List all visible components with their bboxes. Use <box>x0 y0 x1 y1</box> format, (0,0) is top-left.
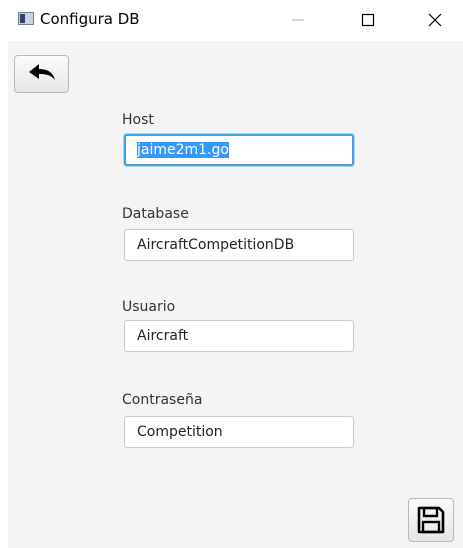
host-input[interactable] <box>124 134 354 166</box>
title-bar[interactable]: Configura DB <box>0 0 463 40</box>
window-title: Configura DB <box>40 10 140 28</box>
back-arrow-icon <box>28 64 55 80</box>
contrasena-label: Contraseña <box>122 392 203 408</box>
close-icon <box>428 13 442 27</box>
database-input[interactable] <box>124 229 354 261</box>
usuario-input[interactable] <box>124 320 354 352</box>
app-window-icon <box>18 12 34 25</box>
contrasena-input[interactable] <box>124 416 354 448</box>
minimize-icon <box>292 19 304 21</box>
maximize-icon <box>361 13 375 27</box>
maximize-button[interactable] <box>345 0 391 40</box>
save-floppy-icon <box>417 506 445 534</box>
host-label: Host <box>122 112 154 128</box>
close-button[interactable] <box>412 0 458 40</box>
minimize-button[interactable] <box>275 0 321 40</box>
usuario-label: Usuario <box>122 299 176 315</box>
database-label: Database <box>122 206 189 222</box>
config-db-window: Configura DB Host Database <box>0 0 463 548</box>
config-form-panel: Host Database Usuario Contraseña <box>8 41 463 548</box>
back-button[interactable] <box>14 55 69 93</box>
save-button[interactable] <box>408 498 454 542</box>
